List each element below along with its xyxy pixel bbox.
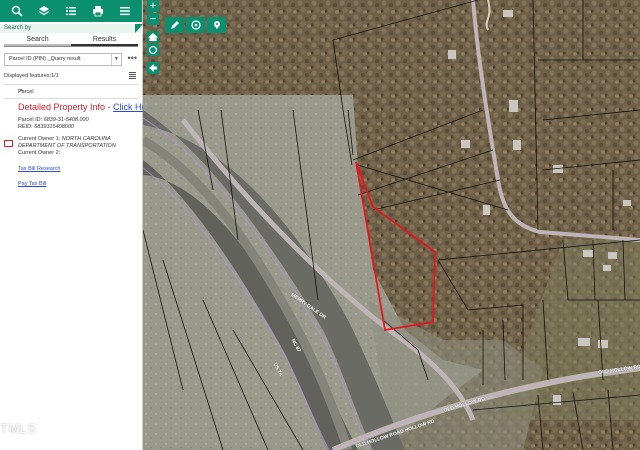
map-view[interactable]: + − MERRY DALE DR NC 87 US 74 OLD HOLLOW… bbox=[143, 0, 640, 450]
detail-link-text: Detailed Property Info - bbox=[18, 102, 114, 112]
arrow-left-icon bbox=[149, 64, 157, 72]
layer-row: Parcel ID (PIN) _Query result ▼ ••• bbox=[4, 53, 138, 68]
back-button[interactable] bbox=[147, 62, 159, 74]
parcel-id-row: Parcel ID: 6839-31-5408.000 bbox=[18, 117, 138, 124]
parcel-id-label: Parcel ID: bbox=[18, 117, 43, 123]
chevron-down-icon: ▼ bbox=[111, 54, 121, 65]
parcel-detail: Detailed Property Info - Click Here Parc… bbox=[4, 102, 155, 187]
zoom-out-button[interactable]: − bbox=[147, 13, 159, 25]
measure-button[interactable] bbox=[186, 17, 205, 33]
menu-icon[interactable] bbox=[117, 3, 133, 19]
location-pin-icon bbox=[213, 21, 220, 29]
more-options-button[interactable]: ••• bbox=[128, 53, 137, 63]
home-button[interactable] bbox=[147, 31, 159, 43]
tab-results[interactable]: Results bbox=[71, 34, 138, 46]
draw-button[interactable] bbox=[165, 17, 184, 33]
list-icon[interactable] bbox=[63, 3, 79, 19]
parcel-symbol-icon bbox=[4, 140, 13, 147]
list-view-icon[interactable] bbox=[129, 72, 136, 79]
map-canvas[interactable] bbox=[143, 0, 640, 450]
pencil-icon bbox=[170, 21, 179, 29]
reid-row: REID: 6839315408000 bbox=[18, 124, 138, 131]
parcel-header[interactable]: Parcel ⌃ bbox=[4, 87, 138, 99]
result-tabs: Search Results bbox=[4, 34, 138, 47]
home-icon bbox=[148, 33, 158, 41]
owner1-label: Current Owner 1: bbox=[18, 136, 61, 142]
print-icon[interactable] bbox=[90, 3, 106, 19]
measure-icon bbox=[190, 20, 201, 30]
reid-value: 6839315408000 bbox=[34, 124, 74, 130]
layer-select-value: Parcel ID (PIN) _Query result bbox=[9, 56, 81, 62]
chevron-up-icon[interactable]: ⌃ bbox=[18, 88, 136, 97]
owner2-label: Current Owner 2: bbox=[18, 150, 61, 156]
layer-select[interactable]: Parcel ID (PIN) _Query result ▼ bbox=[4, 53, 122, 66]
zoom-controls: + − bbox=[147, 0, 159, 75]
map-tools bbox=[165, 17, 226, 33]
reid-label: REID: bbox=[18, 124, 33, 130]
panel-toolbar bbox=[0, 0, 142, 22]
side-panel: Search by Search Results Parcel ID (PIN)… bbox=[0, 0, 155, 450]
parcel-id-value: 6839-31-5408.000 bbox=[43, 117, 89, 123]
zoom-in-button[interactable]: + bbox=[147, 0, 159, 12]
locate-icon bbox=[148, 45, 158, 55]
tax-bill-research-link[interactable]: Tax Bill Research bbox=[18, 166, 138, 172]
locate-button[interactable] bbox=[147, 44, 159, 56]
detail-link-row: Detailed Property Info - Click Here bbox=[18, 102, 155, 113]
place-pin-button[interactable] bbox=[207, 17, 226, 33]
owner2-row: Current Owner 2: bbox=[18, 150, 138, 157]
layers-icon[interactable] bbox=[36, 3, 52, 19]
watermark: TMLS bbox=[0, 421, 37, 436]
search-location-icon[interactable] bbox=[9, 3, 25, 19]
pay-tax-bill-link[interactable]: Pay Tax Bill bbox=[18, 181, 138, 187]
feature-count-text: Displayed features:1/1 bbox=[4, 73, 59, 79]
owner1-row: Current Owner 1: NORTH CAROLINA DEPARTME… bbox=[18, 136, 138, 150]
feature-count: Displayed features:1/1 bbox=[4, 71, 138, 85]
search-by-banner: Search by bbox=[0, 22, 143, 34]
tab-search[interactable]: Search bbox=[4, 34, 71, 46]
search-by-label: Search by bbox=[4, 25, 32, 31]
